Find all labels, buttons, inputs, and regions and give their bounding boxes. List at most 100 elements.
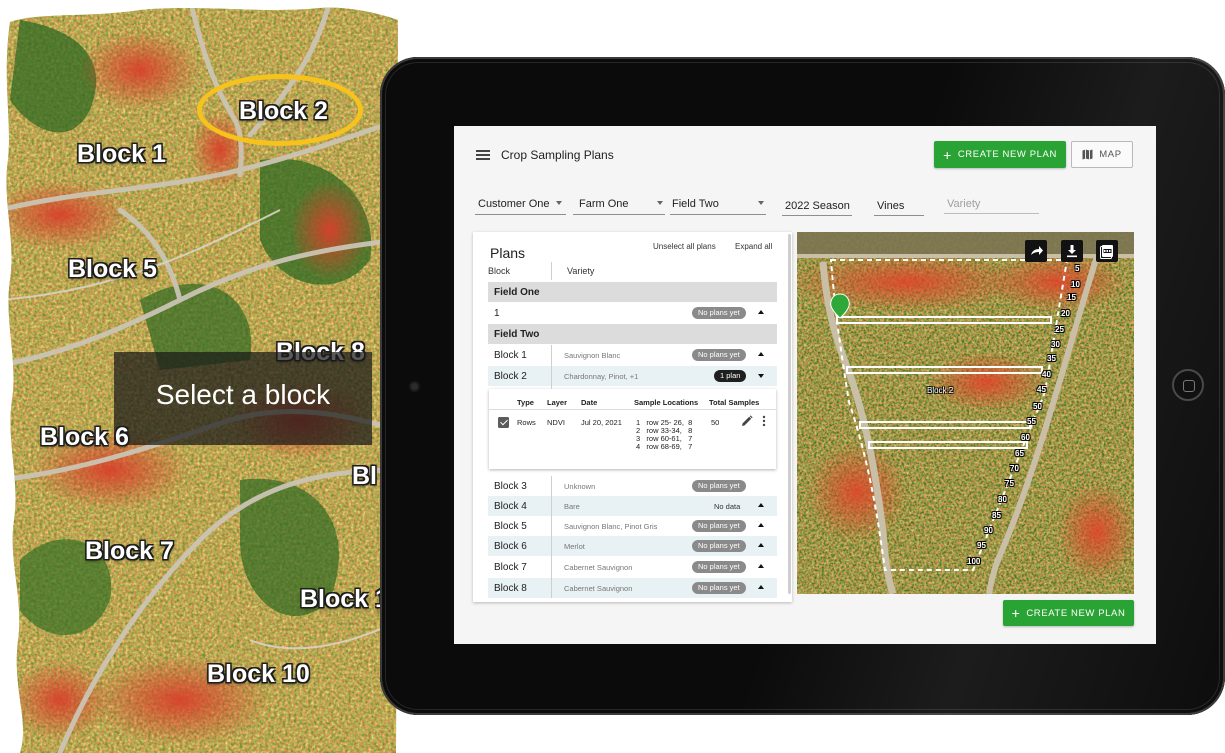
block-map[interactable]: Block 2 5 10 15 20 25 30 35 40 45 50 55 … bbox=[797, 232, 1134, 594]
table-row[interactable]: Block 8 Cabernet Sauvignon No plans yet bbox=[488, 578, 777, 598]
menu-icon[interactable] bbox=[476, 150, 490, 160]
aerial-label-block-7[interactable]: Block 7 bbox=[85, 537, 174, 566]
more-vertical-icon[interactable] bbox=[762, 415, 766, 427]
variety-input[interactable]: Variety bbox=[947, 198, 980, 210]
caret-down-icon[interactable] bbox=[758, 374, 764, 378]
crop-select[interactable]: Vines bbox=[877, 200, 904, 212]
detail-divider bbox=[489, 409, 776, 410]
map-button[interactable]: MAP bbox=[1071, 141, 1133, 168]
aerial-label-block-6[interactable]: Block 6 bbox=[40, 423, 129, 452]
plan-detail-card: Type Layer Date Sample Locations Total S… bbox=[489, 389, 776, 469]
field-select[interactable]: Field Two bbox=[672, 198, 719, 210]
row-number-label: 50 bbox=[1033, 402, 1042, 411]
row-number-label: 40 bbox=[1042, 370, 1051, 379]
row-number-label: 90 bbox=[984, 526, 993, 535]
status-badge: No plans yet bbox=[692, 561, 746, 573]
block-name: Block 1 bbox=[494, 350, 527, 361]
chevron-down-icon[interactable] bbox=[556, 201, 562, 205]
plans-panel: Plans Unselect all plans Expand all Bloc… bbox=[473, 232, 792, 602]
aerial-label-block-5[interactable]: Block 5 bbox=[68, 255, 157, 284]
variety-input-underline bbox=[944, 213, 1039, 214]
app-title: Crop Sampling Plans bbox=[501, 148, 614, 162]
row-number-label: 45 bbox=[1037, 385, 1046, 394]
caret-up-icon[interactable] bbox=[758, 585, 764, 589]
variety-text: Cabernet Sauvignon bbox=[564, 563, 633, 572]
row-number-label: 95 bbox=[977, 541, 986, 550]
customer-select[interactable]: Customer One bbox=[478, 198, 550, 210]
block-name: Block 5 bbox=[494, 521, 527, 532]
caret-up-icon[interactable] bbox=[758, 543, 764, 547]
row-number-label: 100 bbox=[967, 557, 981, 566]
plus-icon: + bbox=[1011, 605, 1021, 621]
aerial-label-block-1x[interactable]: Block 1 bbox=[300, 585, 389, 614]
column-header-variety[interactable]: Variety bbox=[567, 266, 594, 276]
table-row[interactable]: 1 No plans yet bbox=[488, 303, 777, 323]
block-name: Block 4 bbox=[494, 501, 527, 512]
status-badge: No plans yet bbox=[692, 307, 746, 319]
aerial-label-block-10[interactable]: Block 10 bbox=[207, 660, 310, 689]
expand-all-link[interactable]: Expand all bbox=[735, 242, 772, 251]
select-block-overlay: Select a block bbox=[114, 352, 372, 445]
caret-up-icon[interactable] bbox=[758, 564, 764, 568]
map-icon bbox=[1082, 149, 1093, 160]
season-select-underline bbox=[782, 215, 852, 216]
table-row[interactable]: Block 4 Bare No data bbox=[488, 496, 777, 516]
tablet-home-button[interactable] bbox=[1172, 369, 1204, 401]
caret-up-icon[interactable] bbox=[758, 352, 764, 356]
table-row[interactable]: Block 7 Cabernet Sauvignon No plans yet bbox=[488, 557, 777, 577]
select-block-text: Select a block bbox=[155, 379, 331, 410]
plan-type: Rows bbox=[517, 418, 536, 427]
pdf-export-icon[interactable] bbox=[1096, 240, 1118, 262]
detail-header-sample-locations: Sample Locations bbox=[634, 398, 699, 407]
table-row[interactable]: Block 5 Sauvignon Blanc, Pinot Gris No p… bbox=[488, 516, 777, 536]
table-row[interactable]: Block 3 Unknown No plans yet bbox=[488, 476, 777, 496]
crop-select-underline bbox=[874, 215, 924, 216]
table-row[interactable]: Block 6 Merlot No plans yet bbox=[488, 536, 777, 556]
column-header-block[interactable]: Block bbox=[488, 266, 510, 276]
caret-up-icon[interactable] bbox=[758, 523, 764, 527]
plus-icon: + bbox=[943, 146, 952, 163]
download-icon[interactable] bbox=[1061, 240, 1083, 262]
share-icon[interactable] bbox=[1025, 240, 1047, 262]
caret-up-icon[interactable] bbox=[758, 503, 764, 507]
aerial-label-block-2[interactable]: Block 2 bbox=[239, 97, 328, 126]
group-name: Field One bbox=[494, 287, 540, 298]
row-number-label: 20 bbox=[1061, 309, 1070, 318]
chevron-down-icon[interactable] bbox=[758, 201, 764, 205]
unselect-all-plans-link[interactable]: Unselect all plans bbox=[653, 242, 716, 251]
create-new-plan-bottom-label: CREATE NEW PLAN bbox=[1026, 607, 1126, 619]
create-new-plan-button[interactable]: + CREATE NEW PLAN bbox=[934, 141, 1066, 168]
plan-layer: NDVI bbox=[547, 418, 565, 427]
map-block-label: Block 2 bbox=[927, 386, 954, 395]
farm-select[interactable]: Farm One bbox=[579, 198, 629, 210]
edit-pencil-icon[interactable] bbox=[741, 415, 753, 427]
field-select-underline bbox=[670, 214, 766, 215]
variety-text: Sauvignon Blanc, Pinot Gris bbox=[564, 522, 658, 531]
plans-scrollbar[interactable] bbox=[788, 234, 791, 594]
group-header-field-two: Field Two bbox=[488, 324, 777, 344]
season-select[interactable]: 2022 Season bbox=[785, 200, 850, 212]
group-header-field-one: Field One bbox=[488, 282, 777, 302]
filter-bar: Customer One Farm One Field Two 2022 Sea… bbox=[454, 190, 1156, 220]
row-number-label: 35 bbox=[1047, 354, 1056, 363]
row-number-label: 65 bbox=[1015, 449, 1024, 458]
row-number-label: 25 bbox=[1055, 325, 1064, 334]
variety-text: Unknown bbox=[564, 482, 596, 491]
aerial-label-block-1[interactable]: Block 1 bbox=[77, 140, 166, 169]
block-map-canvas[interactable] bbox=[797, 232, 1134, 594]
variety-text: Sauvignon Blanc bbox=[564, 351, 621, 360]
column-divider bbox=[551, 262, 552, 280]
create-new-plan-bottom-button[interactable]: + CREATE NEW PLAN bbox=[1003, 600, 1134, 626]
farm-select-underline bbox=[573, 214, 665, 215]
caret-up-icon[interactable] bbox=[758, 310, 764, 314]
plan-checkbox[interactable] bbox=[498, 417, 509, 428]
table-row[interactable]: Block 1 Sauvignon Blanc No plans yet bbox=[488, 345, 777, 365]
detail-header-total-samples: Total Samples bbox=[709, 398, 760, 407]
chevron-down-icon[interactable] bbox=[657, 201, 663, 205]
group-name: Field Two bbox=[494, 329, 540, 340]
row-number-label: 60 bbox=[1021, 433, 1030, 442]
aerial-label-block-partial[interactable]: Bl bbox=[352, 462, 377, 491]
plan-total-samples: 50 bbox=[711, 418, 720, 427]
row-number-label: 85 bbox=[992, 511, 1001, 520]
table-row-selected[interactable]: Block 2 Chardonnay, Pinot, +1 1 plan bbox=[488, 366, 777, 386]
